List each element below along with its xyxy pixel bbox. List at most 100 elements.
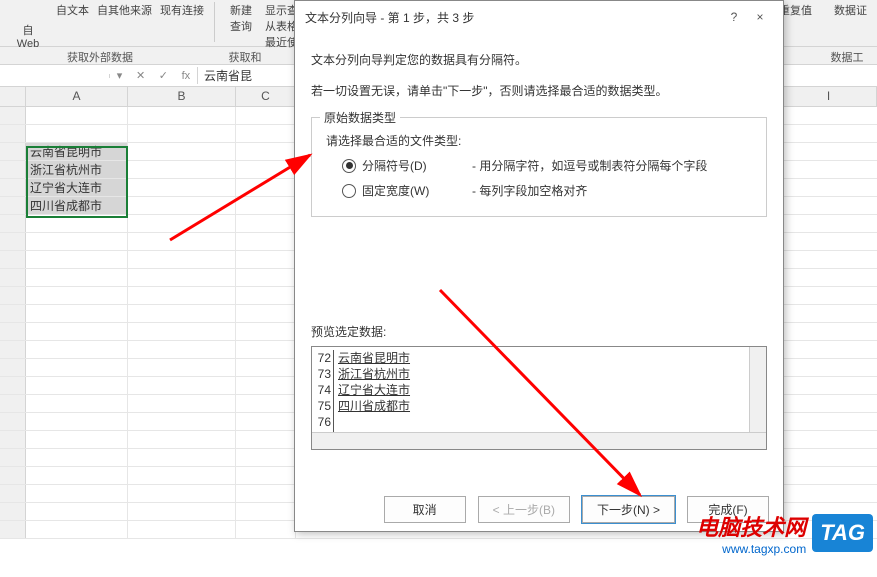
cell[interactable]	[236, 179, 296, 196]
row-header[interactable]	[0, 251, 26, 268]
cell[interactable]	[236, 377, 296, 394]
cell[interactable]	[236, 161, 296, 178]
cell[interactable]	[128, 467, 236, 484]
cell[interactable]	[128, 107, 236, 124]
cell[interactable]	[26, 287, 128, 304]
row-header[interactable]	[0, 485, 26, 502]
cell[interactable]	[236, 233, 296, 250]
col-header-c[interactable]: C	[236, 87, 296, 106]
cancel-button[interactable]: 取消	[384, 496, 466, 523]
cell[interactable]	[236, 197, 296, 214]
cell[interactable]	[236, 395, 296, 412]
next-button[interactable]: 下一步(N) >	[582, 496, 675, 523]
cell[interactable]	[128, 269, 236, 286]
cell[interactable]	[26, 359, 128, 376]
dialog-titlebar[interactable]: 文本分列向导 - 第 1 步，共 3 步 ? ×	[295, 1, 783, 33]
col-header-a[interactable]: A	[26, 87, 128, 106]
cell[interactable]	[236, 125, 296, 142]
row-header[interactable]	[0, 467, 26, 484]
check-icon[interactable]: ✓	[159, 69, 168, 82]
cell[interactable]: 浙江省杭州市	[26, 161, 128, 178]
ribbon-item-newquery[interactable]: 新建查询	[221, 2, 261, 34]
cell[interactable]	[26, 269, 128, 286]
radio-fixed-width[interactable]	[342, 184, 356, 198]
row-header[interactable]	[0, 449, 26, 466]
cell[interactable]	[236, 503, 296, 520]
row-header[interactable]	[0, 323, 26, 340]
close-button[interactable]: ×	[747, 10, 773, 24]
cell[interactable]	[236, 467, 296, 484]
cell[interactable]	[236, 431, 296, 448]
row-header[interactable]	[0, 305, 26, 322]
cell[interactable]	[128, 485, 236, 502]
cell[interactable]	[236, 107, 296, 124]
row-header[interactable]	[0, 341, 26, 358]
row-header[interactable]	[0, 125, 26, 142]
row-header[interactable]	[0, 143, 26, 160]
cell[interactable]	[26, 521, 128, 538]
select-all-corner[interactable]	[0, 87, 26, 106]
row-header[interactable]	[0, 413, 26, 430]
cell[interactable]	[128, 395, 236, 412]
cell[interactable]	[26, 503, 128, 520]
row-header[interactable]	[0, 197, 26, 214]
cell[interactable]	[26, 251, 128, 268]
cell[interactable]	[26, 431, 128, 448]
cell[interactable]	[26, 467, 128, 484]
cell[interactable]	[26, 377, 128, 394]
row-header[interactable]	[0, 161, 26, 178]
cell[interactable]	[128, 215, 236, 232]
cell[interactable]	[128, 125, 236, 142]
col-header-i[interactable]: I	[781, 87, 877, 106]
row-header[interactable]	[0, 215, 26, 232]
cell[interactable]	[236, 323, 296, 340]
preview-scrollbar-h[interactable]	[312, 432, 766, 449]
row-header[interactable]	[0, 179, 26, 196]
cell[interactable]	[236, 251, 296, 268]
cell[interactable]	[128, 233, 236, 250]
cell[interactable]	[128, 143, 236, 160]
cell[interactable]	[236, 521, 296, 538]
row-header[interactable]	[0, 233, 26, 250]
cell[interactable]	[128, 305, 236, 322]
fx-icon[interactable]: fx	[182, 70, 191, 82]
cell[interactable]	[128, 251, 236, 268]
cell[interactable]	[236, 341, 296, 358]
cell[interactable]	[128, 377, 236, 394]
cell[interactable]	[26, 449, 128, 466]
cell[interactable]	[26, 395, 128, 412]
row-header[interactable]	[0, 359, 26, 376]
cell[interactable]	[236, 269, 296, 286]
cell[interactable]	[236, 305, 296, 322]
dropdown-icon[interactable]: ▾	[117, 69, 123, 82]
cell[interactable]	[236, 143, 296, 160]
cell[interactable]	[128, 431, 236, 448]
row-header[interactable]	[0, 269, 26, 286]
cell[interactable]	[26, 323, 128, 340]
cell[interactable]	[26, 341, 128, 358]
ribbon-item-other[interactable]: 自其他来源	[97, 2, 152, 18]
cell[interactable]	[26, 413, 128, 430]
cell[interactable]	[236, 449, 296, 466]
cell[interactable]	[26, 485, 128, 502]
cell[interactable]	[236, 413, 296, 430]
cell[interactable]	[236, 287, 296, 304]
cell[interactable]: 云南省昆明市	[26, 143, 128, 160]
cell[interactable]: 四川省成都市	[26, 197, 128, 214]
ribbon-item-existing[interactable]: 现有连接	[160, 2, 204, 18]
cell[interactable]: 辽宁省大连市	[26, 179, 128, 196]
row-header[interactable]	[0, 395, 26, 412]
row-header[interactable]	[0, 107, 26, 124]
cell[interactable]	[236, 359, 296, 376]
cell[interactable]	[128, 287, 236, 304]
cell[interactable]	[128, 449, 236, 466]
cell[interactable]	[236, 485, 296, 502]
name-box[interactable]	[0, 74, 110, 78]
cancel-icon[interactable]: ✕	[136, 69, 145, 82]
row-header[interactable]	[0, 377, 26, 394]
cell[interactable]	[26, 125, 128, 142]
preview-scrollbar-v[interactable]	[749, 347, 766, 432]
ribbon-item-text[interactable]: 自文本	[56, 2, 89, 18]
cell[interactable]	[236, 215, 296, 232]
ribbon-item-web[interactable]: 自 Web	[4, 2, 52, 50]
